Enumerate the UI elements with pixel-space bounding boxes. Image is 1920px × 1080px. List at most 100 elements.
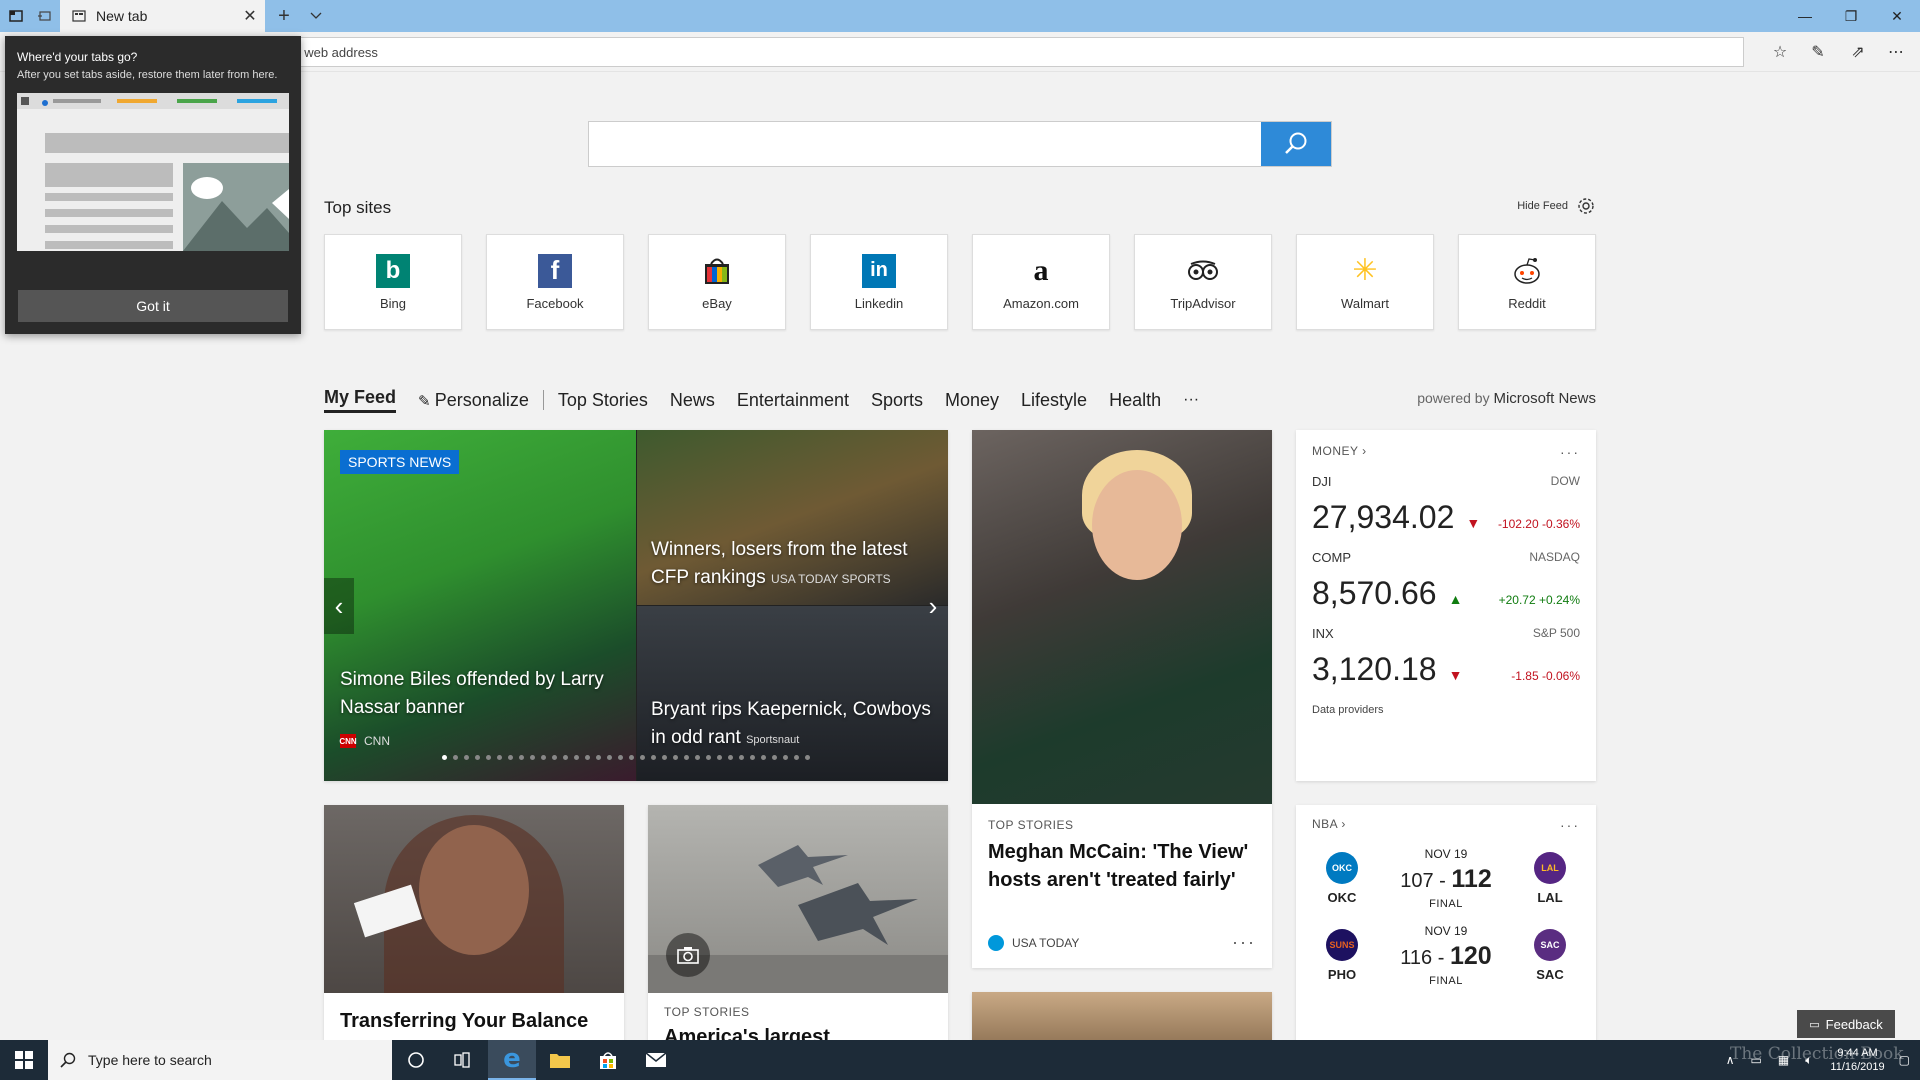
search-input[interactable] [589,122,1261,166]
settings-gear-icon[interactable] [1576,196,1596,216]
hero-main-story[interactable]: SPORTS NEWS Simone Biles offended by Lar… [324,430,636,781]
set-tabs-aside-icon[interactable] [32,4,56,28]
address-bar[interactable]: Search or enter web address [211,37,1744,67]
tab-list-chevron-icon[interactable] [304,4,328,28]
carousel-dot[interactable] [475,755,480,760]
carousel-dot[interactable] [739,755,744,760]
pen-notes-icon[interactable]: ✎ [1806,40,1830,64]
tabs-aside-icon[interactable] [4,4,28,28]
carousel-dot[interactable] [761,755,766,760]
browser-tab[interactable]: New tab ✕ [60,0,265,32]
carousel-dot[interactable] [607,755,612,760]
carousel-dot[interactable] [618,755,623,760]
feedback-button[interactable]: ▭ Feedback [1797,1010,1895,1038]
carousel-dot[interactable] [717,755,722,760]
carousel-dot[interactable] [651,755,656,760]
top-site-facebook[interactable]: f Facebook [486,234,624,330]
close-window-button[interactable]: ✕ [1874,0,1920,32]
top-site-ebay[interactable]: eBay [648,234,786,330]
top-site-tripadvisor[interactable]: TripAdvisor [1134,234,1272,330]
nba-more-button[interactable]: ··· [1560,817,1580,833]
carousel-dot[interactable] [541,755,546,760]
store-icon[interactable] [584,1040,632,1080]
share-icon[interactable]: ⇗ [1846,40,1870,64]
tab-sports[interactable]: Sports [871,390,923,411]
carousel-dot[interactable] [442,755,447,760]
tab-top-stories[interactable]: Top Stories [558,390,648,411]
more-menu-icon[interactable]: ⋯ [1884,40,1908,64]
news-card-jets[interactable]: TOP STORIES America's largest [648,805,948,1045]
carousel-dot[interactable] [805,755,810,760]
carousel-dot[interactable] [728,755,733,760]
carousel-dot[interactable] [695,755,700,760]
task-view-icon[interactable] [440,1040,488,1080]
stock-dji[interactable]: DJI DOW 27,934.02 ▼ -102.20 -0.36% [1312,474,1580,536]
carousel-dot[interactable] [530,755,535,760]
carousel-dot[interactable] [585,755,590,760]
carousel-dot[interactable] [508,755,513,760]
got-it-button[interactable]: Got it [18,290,288,322]
tab-lifestyle[interactable]: Lifestyle [1021,390,1087,411]
nba-game[interactable]: SUNS PHO NOV 19 116 - 120 FINAL SAC SAC [1312,924,1580,987]
money-more-button[interactable]: ··· [1560,444,1580,460]
favorites-star-icon[interactable]: ☆ [1768,40,1792,64]
carousel-dot[interactable] [673,755,678,760]
carousel-dot[interactable] [563,755,568,760]
stock-inx[interactable]: INX S&P 500 3,120.18 ▼ -1.85 -0.06% [1312,626,1580,688]
top-site-amazon[interactable]: a Amazon.com [972,234,1110,330]
minimize-button[interactable]: — [1782,0,1828,32]
data-providers-link[interactable]: Data providers [1312,704,1580,716]
tab-entertainment[interactable]: Entertainment [737,390,849,411]
site-label: Walmart [1341,295,1389,311]
windows-start-icon[interactable] [0,1040,48,1080]
carousel-next-icon[interactable]: › [918,578,948,634]
edge-browser-icon[interactable]: e [488,1040,536,1080]
mail-icon[interactable] [632,1040,680,1080]
top-site-linkedin[interactable]: in Linkedin [810,234,948,330]
tab-personalize[interactable]: ✎ Personalize [418,390,529,411]
carousel-dot[interactable] [453,755,458,760]
carousel-dot[interactable] [596,755,601,760]
file-explorer-icon[interactable] [536,1040,584,1080]
carousel-dot[interactable] [574,755,579,760]
carousel-dot[interactable] [497,755,502,760]
hide-feed[interactable]: Hide Feed [1517,196,1596,216]
carousel-dot[interactable] [684,755,689,760]
carousel-dot[interactable] [706,755,711,760]
top-site-bing[interactable]: b Bing [324,234,462,330]
carousel-dot[interactable] [464,755,469,760]
hero-top-story[interactable]: Winners, losers from the latest CFP rank… [637,430,948,605]
carousel-dot[interactable] [662,755,667,760]
restore-button[interactable]: ❐ [1828,0,1874,32]
nba-game[interactable]: OKC OKC NOV 19 107 - 112 FINAL LAL LAL [1312,847,1580,910]
tab-health[interactable]: Health [1109,390,1161,411]
card-more-button[interactable]: ··· [1232,932,1256,953]
carousel-dot[interactable] [486,755,491,760]
carousel-dot[interactable] [750,755,755,760]
web-search-box [588,121,1332,167]
tab-money[interactable]: Money [945,390,999,411]
news-card-balance-transfer[interactable]: Transferring Your Balance To [324,805,624,1045]
carousel-dot[interactable] [629,755,634,760]
more-categories-button[interactable]: ··· [1183,391,1199,409]
news-card-top-stories[interactable]: TOP STORIES Meghan McCain: 'The View' ho… [972,430,1272,968]
close-tab-icon[interactable]: ✕ [235,6,265,26]
carousel-dot[interactable] [640,755,645,760]
carousel-dot[interactable] [519,755,524,760]
taskbar-search[interactable]: Type here to search [48,1040,392,1080]
top-site-walmart[interactable]: ✳ Walmart [1296,234,1434,330]
carousel-dot[interactable] [552,755,557,760]
tab-my-feed[interactable]: My Feed [324,387,397,413]
top-site-reddit[interactable]: Reddit [1458,234,1596,330]
carousel-dot[interactable] [772,755,777,760]
tab-news[interactable]: News [670,390,715,411]
new-tab-button[interactable]: + [272,4,296,28]
search-button[interactable] [1261,122,1331,166]
cortana-icon[interactable] [392,1040,440,1080]
stock-comp[interactable]: COMP NASDAQ 8,570.66 ▲ +20.72 +0.24% [1312,550,1580,612]
carousel-dot[interactable] [794,755,799,760]
carousel-dot[interactable] [783,755,788,760]
carousel-prev-icon[interactable]: ‹ [324,578,354,634]
nba-title[interactable]: NBA › [1312,817,1346,833]
money-title[interactable]: MONEY › [1312,444,1367,460]
